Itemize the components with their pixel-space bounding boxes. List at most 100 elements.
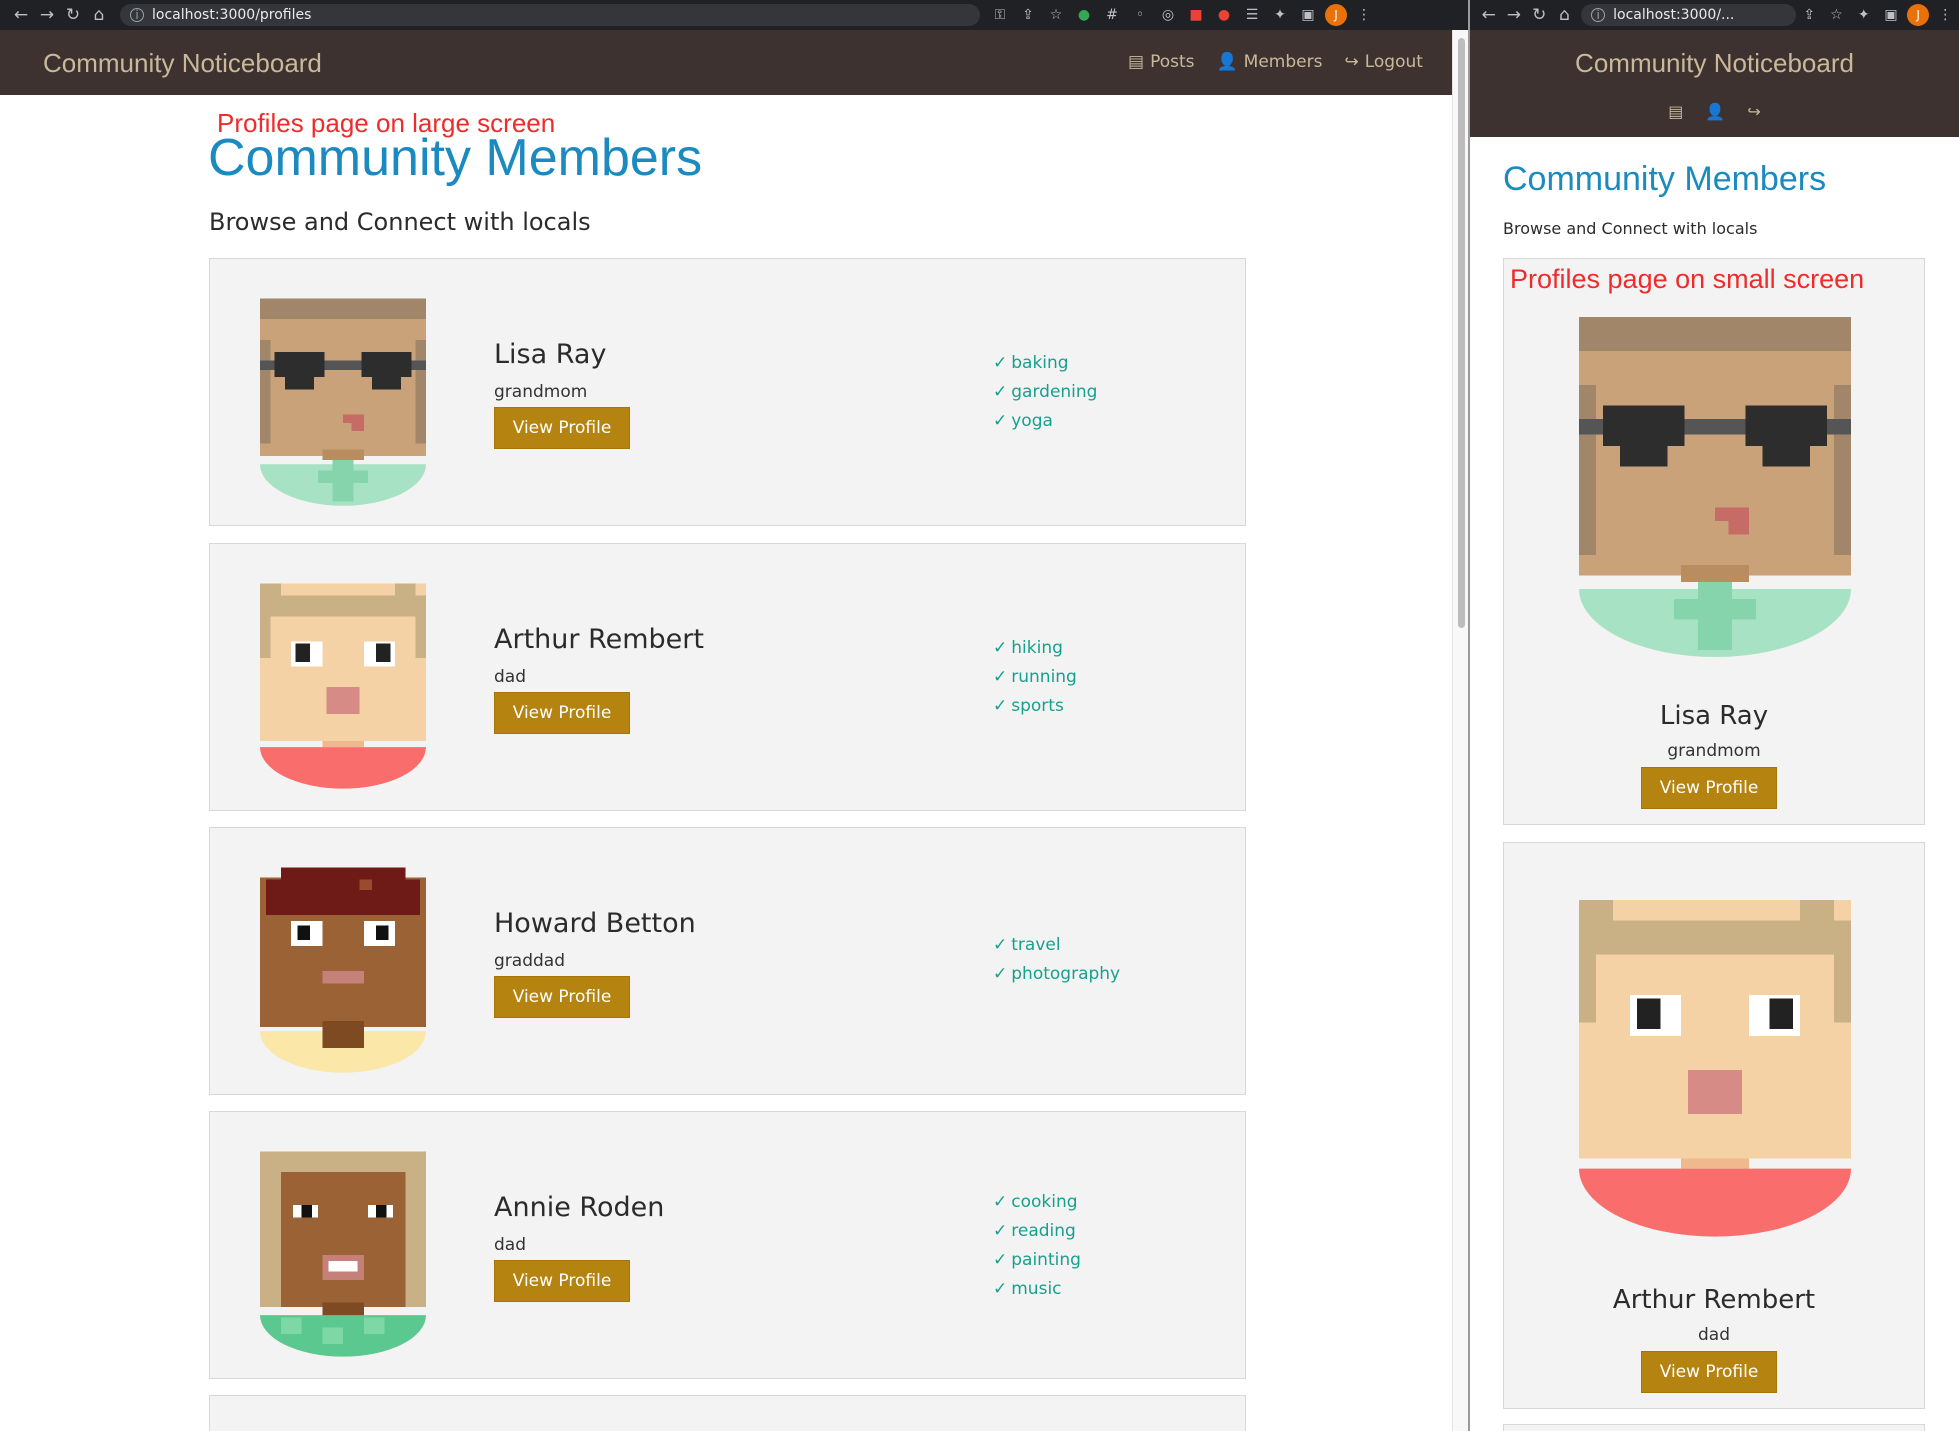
share-icon[interactable]: ⇪ (1796, 0, 1823, 30)
nav-members-label: Members (1243, 52, 1323, 72)
url-text: localhost:3000/... (1613, 7, 1735, 23)
interest-label: sports (1011, 696, 1064, 716)
interest-label: music (1011, 1279, 1062, 1299)
logout-icon[interactable]: ↪ (1747, 102, 1760, 121)
share-icon[interactable]: ⇪ (1014, 0, 1042, 30)
check-icon: ✓ (993, 1221, 1008, 1241)
interest-item: ✓ music (993, 1275, 1081, 1304)
home-icon[interactable]: ⌂ (86, 0, 112, 30)
view-profile-button[interactable]: View Profile (494, 976, 630, 1018)
home-icon[interactable]: ⌂ (1552, 0, 1577, 30)
avatar (260, 298, 426, 506)
profile-initial: J (1325, 4, 1347, 26)
view-profile-button[interactable]: View Profile (494, 407, 630, 449)
check-icon: ✓ (993, 638, 1008, 658)
puzzle-icon[interactable]: ✦ (1850, 0, 1877, 30)
extension-icon[interactable]: ● (1210, 0, 1238, 30)
check-icon: ✓ (993, 382, 1008, 402)
check-icon: ✓ (993, 1192, 1008, 1212)
nav-icons: ▤ 👤 ↪ (1470, 102, 1959, 121)
right-browser-toolbar: ← → ↻ ⌂ i localhost:3000/... ⇪ ☆ ✦ ▣ J ⋮ (1470, 0, 1959, 30)
sidebar-icon[interactable]: ▣ (1294, 0, 1322, 30)
avatar (1579, 900, 1851, 1237)
interest-item: ✓ cooking (993, 1188, 1081, 1217)
puzzle-icon[interactable]: ✦ (1266, 0, 1294, 30)
interest-item: ✓ sports (993, 692, 1077, 721)
check-icon: ✓ (993, 353, 1008, 373)
interests-list: ✓ cooking ✓ reading ✓ painting ✓ music (993, 1188, 1081, 1304)
key-icon[interactable]: ⚿ (986, 0, 1014, 30)
member-name: Lisa Ray (494, 339, 607, 370)
profile-initial: J (1907, 4, 1930, 26)
scrollbar-thumb[interactable] (1458, 38, 1465, 628)
view-profile-button[interactable]: View Profile (494, 692, 630, 734)
interest-label: hiking (1011, 638, 1063, 658)
interest-item: ✓ reading (993, 1217, 1081, 1246)
brand-title[interactable]: Community Noticeboard (43, 48, 322, 79)
window-divider (1468, 0, 1470, 1431)
member-card: Annie Roden dad View Profile ✓ cooking ✓ r… (209, 1111, 1246, 1379)
page-subtitle: Browse and Connect with locals (209, 208, 591, 236)
extension-icon[interactable]: ◦ (1126, 0, 1154, 30)
member-name: Annie Roden (494, 1192, 665, 1223)
member-card: Lisa Ray grandmom View Profile ✓ baking ✓… (209, 258, 1246, 526)
check-icon: ✓ (993, 696, 1008, 716)
info-icon[interactable]: i (1591, 8, 1606, 22)
check-icon: ✓ (993, 964, 1008, 984)
check-icon: ✓ (993, 935, 1008, 955)
page-title: Community Members (208, 129, 703, 187)
view-profile-button[interactable]: View Profile (1641, 1351, 1777, 1393)
interest-label: travel (1011, 935, 1061, 955)
interest-label: yoga (1011, 411, 1053, 431)
interest-item: ✓ baking (993, 349, 1097, 378)
interest-item: ✓ painting (993, 1246, 1081, 1275)
nav-links: ▤ Posts 👤 Members ↪ Logout (1128, 52, 1423, 72)
star-icon[interactable]: ☆ (1042, 0, 1070, 30)
menu-icon[interactable]: ⋮ (1350, 0, 1378, 30)
extension-icon[interactable]: ■ (1182, 0, 1210, 30)
extension-icon[interactable]: ◎ (1154, 0, 1182, 30)
view-profile-button[interactable]: View Profile (494, 1260, 630, 1302)
nav-logout[interactable]: ↪ Logout (1344, 52, 1422, 72)
address-bar[interactable]: i localhost:3000/profiles (120, 4, 980, 26)
view-profile-button[interactable]: View Profile (1641, 767, 1777, 809)
avatar (1579, 317, 1851, 657)
brand-title[interactable]: Community Noticeboard (1470, 48, 1959, 79)
file-icon[interactable]: ▤ (1668, 102, 1683, 121)
sidebar-icon[interactable]: ▣ (1877, 0, 1904, 30)
profile-avatar[interactable]: J (1905, 0, 1932, 30)
forward-icon[interactable]: → (1501, 0, 1526, 30)
scrollbar[interactable] (1452, 30, 1468, 1431)
check-icon: ✓ (993, 1279, 1008, 1299)
profile-avatar[interactable]: J (1322, 0, 1350, 30)
info-icon[interactable]: i (130, 8, 144, 22)
member-role: graddad (494, 951, 565, 971)
nav-posts[interactable]: ▤ Posts (1128, 52, 1195, 72)
back-icon[interactable]: ← (8, 0, 34, 30)
menu-icon[interactable]: ⋮ (1932, 0, 1959, 30)
member-card: Arthur Rembert dad View Profile (1503, 842, 1925, 1409)
interest-item: ✓ travel (993, 931, 1120, 960)
interest-item: ✓ yoga (993, 407, 1097, 436)
member-role: dad (494, 1235, 526, 1255)
left-browser-toolbar: ← → ↻ ⌂ i localhost:3000/profiles ⚿ ⇪ ☆ … (0, 0, 1468, 30)
back-icon[interactable]: ← (1476, 0, 1501, 30)
check-icon: ✓ (993, 667, 1008, 687)
extension-icon[interactable]: ☰ (1238, 0, 1266, 30)
member-name: Lisa Ray (1659, 701, 1769, 731)
star-icon[interactable]: ☆ (1823, 0, 1850, 30)
extension-icon[interactable]: ● (1070, 0, 1098, 30)
nav-members[interactable]: 👤 Members (1217, 52, 1323, 72)
reload-icon[interactable]: ↻ (1527, 0, 1552, 30)
check-icon: ✓ (993, 1250, 1008, 1270)
member-role: dad (494, 667, 526, 687)
reload-icon[interactable]: ↻ (60, 0, 86, 30)
hash-extension-icon[interactable]: # (1098, 0, 1126, 30)
interest-item: ✓ gardening (993, 378, 1097, 407)
member-role: dad (1698, 1325, 1730, 1345)
address-bar[interactable]: i localhost:3000/... (1581, 4, 1796, 26)
interest-label: painting (1011, 1250, 1081, 1270)
member-card: Arthur Rembert dad View Profile ✓ hiking … (209, 543, 1246, 811)
user-icon[interactable]: 👤 (1705, 102, 1725, 121)
forward-icon[interactable]: → (34, 0, 60, 30)
